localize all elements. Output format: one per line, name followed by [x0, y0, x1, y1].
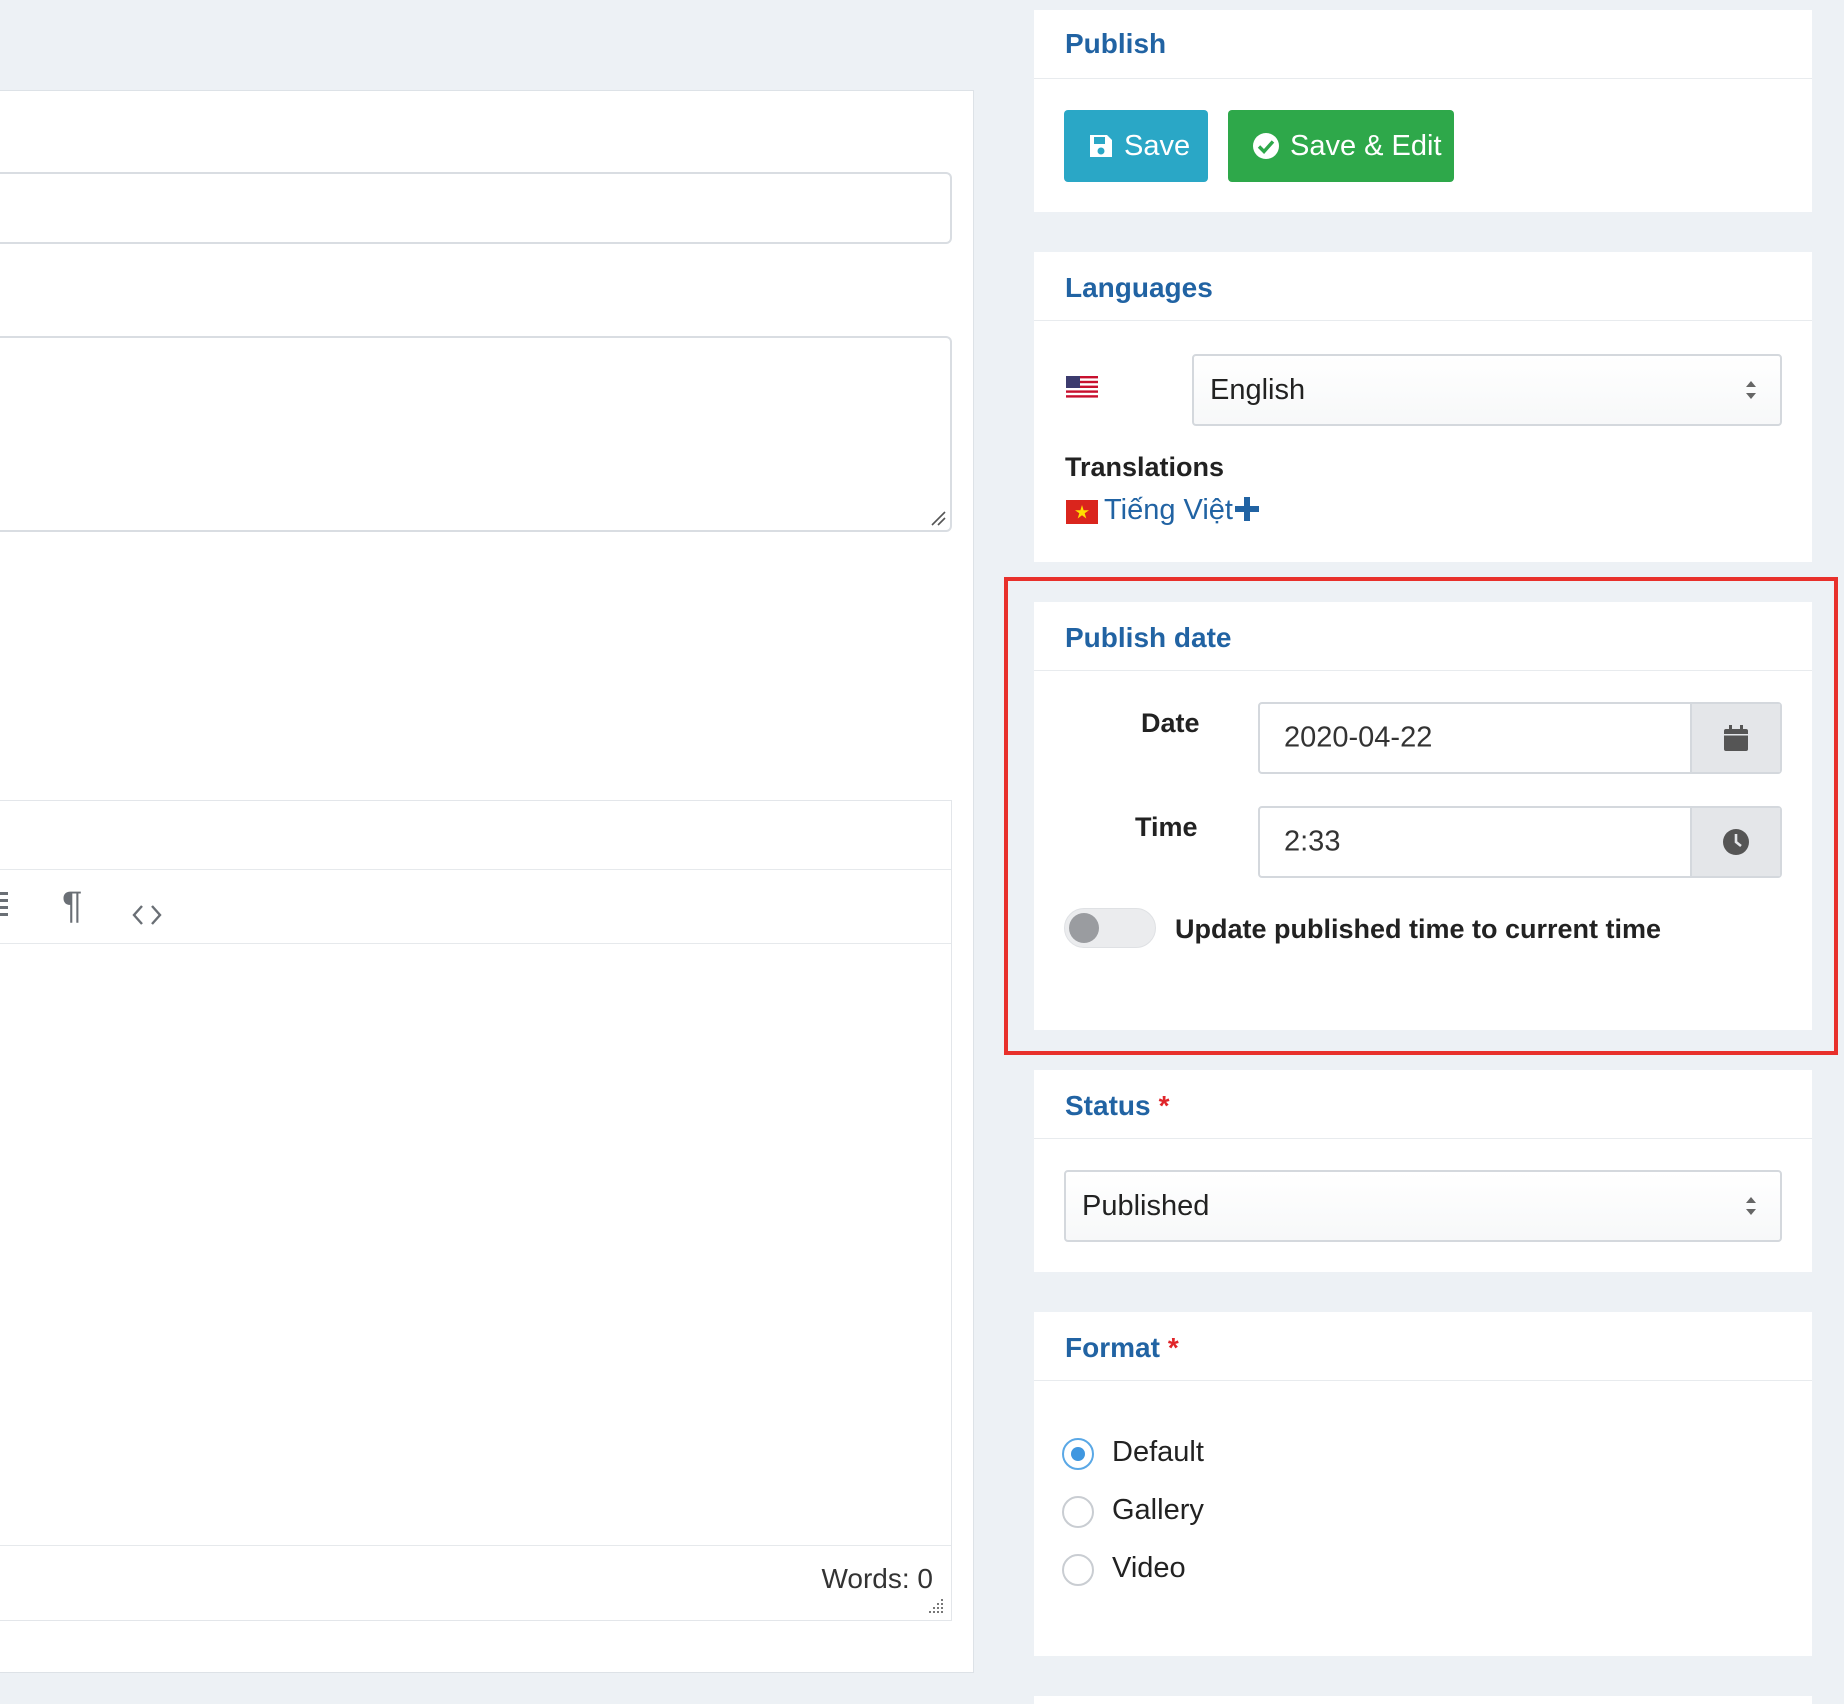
code-icon[interactable]: [132, 895, 162, 933]
card-divider: [1034, 78, 1812, 79]
check-circle-icon: [1253, 133, 1279, 159]
language-select-value: English: [1210, 373, 1306, 406]
save-button-label: Save: [1124, 129, 1191, 162]
languages-card-title: Languages: [1065, 272, 1213, 303]
description-textarea[interactable]: [0, 336, 952, 532]
language-select[interactable]: English: [1192, 354, 1782, 426]
required-marker: *: [1167, 1332, 1179, 1363]
vietnam-flag-icon: [1066, 500, 1098, 524]
translation-link[interactable]: Tiếng Việt: [1104, 494, 1233, 527]
format-card-title: Format *: [1065, 1332, 1179, 1363]
add-translation-icon[interactable]: [1234, 496, 1260, 522]
format-radio-default[interactable]: [1062, 1438, 1094, 1470]
paragraph-icon[interactable]: ¶: [62, 887, 82, 925]
resize-handle-icon[interactable]: [930, 510, 946, 526]
card-divider: [1034, 320, 1812, 321]
publish-card: Publish Save Save & Edit: [1034, 10, 1812, 212]
publish-card-title: Publish: [1065, 28, 1167, 59]
word-count: Words: 0: [821, 1563, 933, 1594]
status-card-title: Status *: [1065, 1090, 1170, 1121]
floppy-disk-icon: [1090, 135, 1112, 157]
editor-menubar-divider: [0, 869, 951, 870]
select-arrows-icon: [1746, 1197, 1756, 1215]
status-select-value: Published: [1082, 1189, 1210, 1222]
card-divider: [1034, 1138, 1812, 1139]
card-divider: [1034, 1380, 1812, 1381]
resize-handle-icon[interactable]: [927, 1597, 945, 1615]
format-radio-gallery[interactable]: [1062, 1496, 1094, 1528]
highlight-box: [1004, 577, 1838, 1055]
format-option-label: Gallery: [1112, 1494, 1204, 1526]
next-card: [1034, 1696, 1812, 1704]
save-button[interactable]: Save: [1064, 110, 1208, 182]
us-flag-icon: [1066, 376, 1098, 400]
format-option-label: Video: [1112, 1552, 1186, 1584]
align-justify-icon[interactable]: [0, 889, 12, 927]
editor-toolbar-divider: [0, 943, 951, 944]
languages-card: Languages English Translations Tiếng Việ…: [1034, 252, 1812, 562]
format-radio-video[interactable]: [1062, 1554, 1094, 1586]
save-and-edit-button[interactable]: Save & Edit: [1228, 110, 1454, 182]
content-editor[interactable]: ¶ Words: 0: [0, 800, 952, 1621]
format-option-label: Default: [1112, 1436, 1204, 1468]
status-select[interactable]: Published: [1064, 1170, 1782, 1242]
format-card: Format * Default Gallery Video: [1034, 1312, 1812, 1656]
translations-label: Translations: [1065, 452, 1225, 482]
status-card: Status * Published: [1034, 1070, 1812, 1272]
required-marker: *: [1158, 1090, 1170, 1121]
save-and-edit-button-label: Save & Edit: [1290, 129, 1442, 162]
editor-statusbar-divider: [0, 1545, 951, 1546]
title-input[interactable]: [0, 172, 952, 244]
select-arrows-icon: [1746, 381, 1756, 399]
